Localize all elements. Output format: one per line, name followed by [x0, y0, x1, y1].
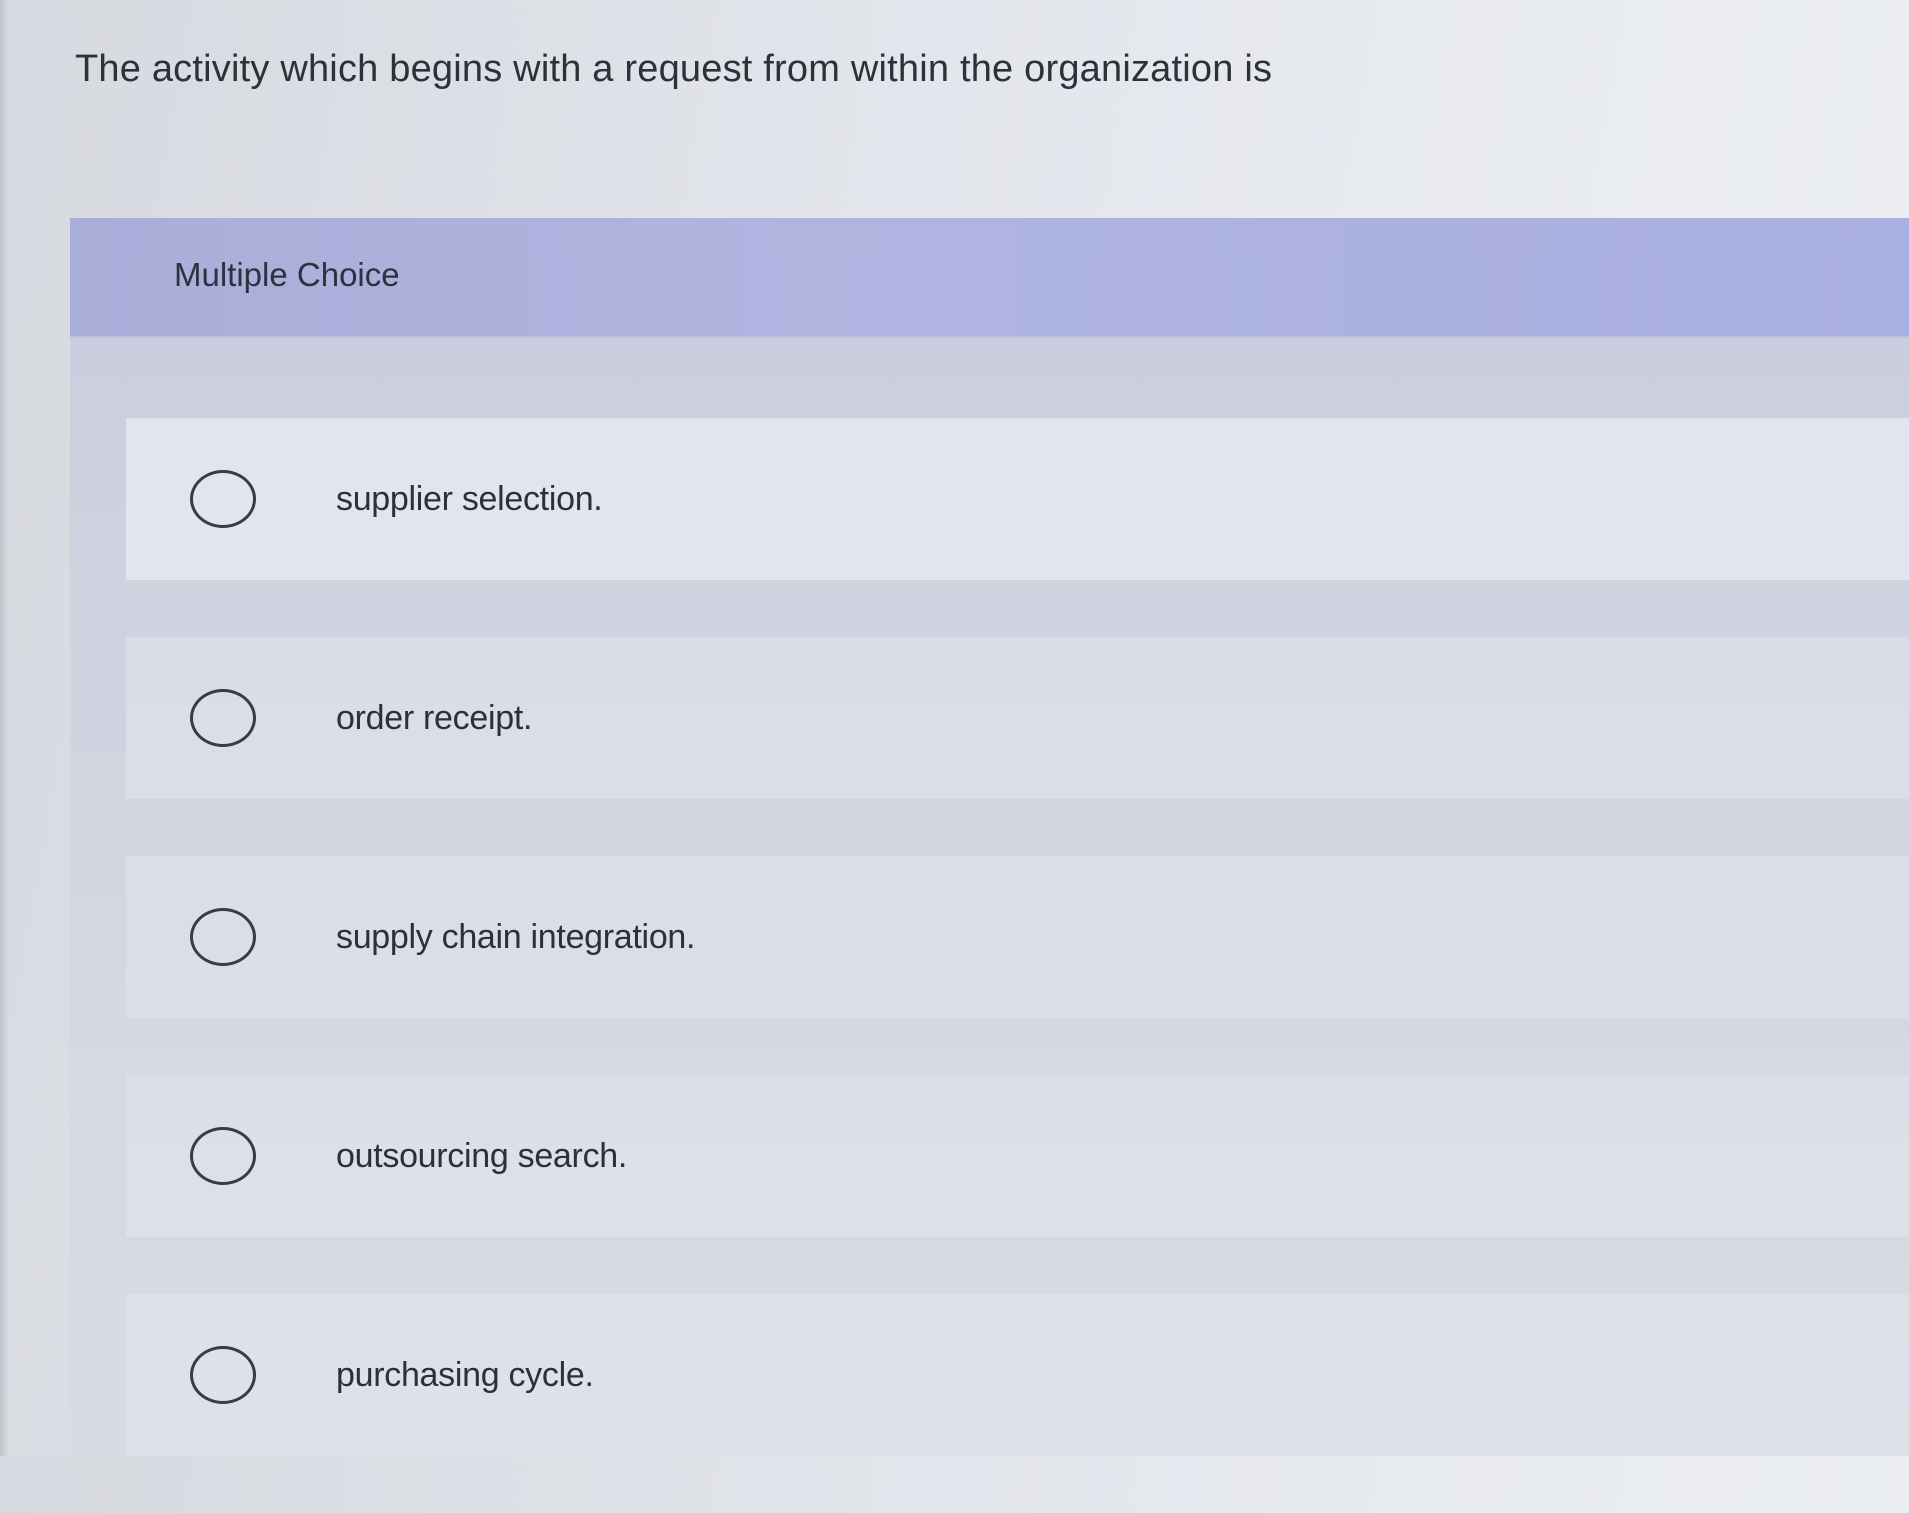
option-label: supplier selection.: [336, 479, 603, 518]
option-label: purchasing cycle.: [336, 1355, 594, 1394]
option-label: supply chain integration.: [336, 917, 696, 956]
option-supplier-selection[interactable]: supplier selection.: [126, 418, 1909, 580]
radio-button[interactable]: [190, 1127, 256, 1185]
window-edge: [0, 0, 8, 1456]
question-text: The activity which begins with a request…: [75, 48, 1273, 90]
answer-options: supplier selection. order receipt. suppl…: [126, 418, 1909, 1513]
panel-title: Multiple Choice: [174, 256, 400, 293]
option-supply-chain-integration[interactable]: supply chain integration.: [126, 856, 1909, 1018]
multiple-choice-panel: Multiple Choice supplier selection. orde…: [70, 218, 1909, 1456]
panel-header: Multiple Choice: [70, 218, 1909, 336]
option-purchasing-cycle[interactable]: purchasing cycle.: [126, 1294, 1909, 1456]
radio-button[interactable]: [190, 1346, 256, 1404]
option-label: outsourcing search.: [336, 1136, 628, 1175]
radio-button[interactable]: [190, 470, 256, 528]
radio-button[interactable]: [190, 908, 256, 966]
radio-button[interactable]: [190, 689, 256, 747]
option-outsourcing-search[interactable]: outsourcing search.: [126, 1075, 1909, 1237]
option-order-receipt[interactable]: order receipt.: [126, 637, 1909, 799]
option-label: order receipt.: [336, 698, 533, 737]
